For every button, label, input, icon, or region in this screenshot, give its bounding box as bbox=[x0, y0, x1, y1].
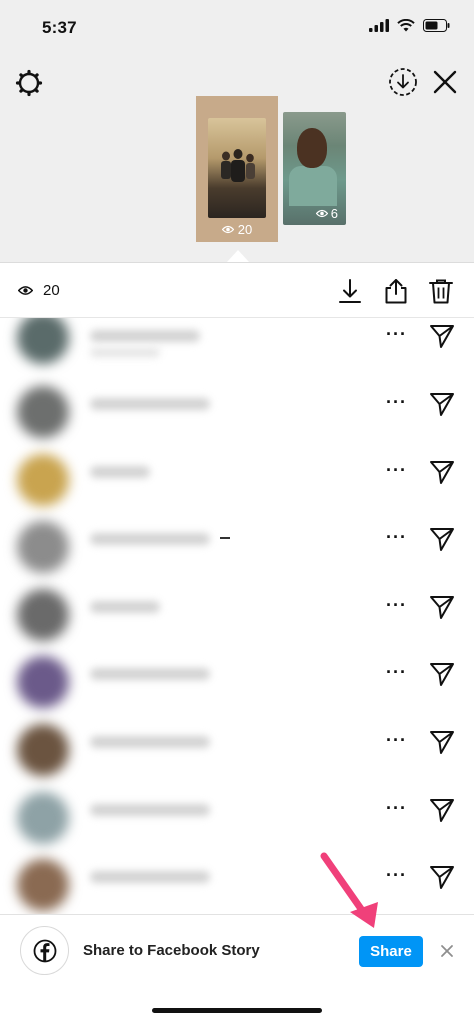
story-shirt-shape bbox=[289, 166, 337, 206]
send-message-icon[interactable] bbox=[428, 390, 456, 418]
more-options-icon[interactable]: ··· bbox=[386, 663, 407, 681]
avatar[interactable] bbox=[17, 724, 69, 776]
viewer-name-redacted bbox=[90, 668, 210, 680]
viewer-count-number: 20 bbox=[43, 282, 60, 299]
more-options-icon[interactable]: ··· bbox=[386, 731, 407, 749]
dismiss-icon[interactable] bbox=[439, 943, 455, 959]
viewer-name-redacted bbox=[90, 533, 210, 545]
more-options-icon[interactable]: ··· bbox=[386, 393, 407, 411]
viewer-toolbar: 20 bbox=[0, 262, 474, 318]
eye-icon bbox=[18, 286, 33, 295]
viewer-row[interactable]: ··· bbox=[0, 386, 474, 454]
status-icons bbox=[369, 19, 450, 32]
home-indicator bbox=[152, 1008, 322, 1013]
story-thumbnail[interactable]: 6 bbox=[283, 112, 346, 225]
settings-gear-icon[interactable] bbox=[14, 68, 44, 98]
share-to-facebook-banner: Share to Facebook Story Share bbox=[0, 914, 474, 986]
viewer-row[interactable]: ··· bbox=[0, 724, 474, 792]
viewer-row[interactable]: ··· bbox=[0, 589, 474, 657]
more-options-icon[interactable]: ··· bbox=[386, 528, 407, 546]
more-options-icon[interactable]: ··· bbox=[386, 866, 407, 884]
send-message-icon[interactable] bbox=[428, 593, 456, 621]
send-message-icon[interactable] bbox=[428, 863, 456, 891]
share-upload-icon[interactable] bbox=[382, 277, 410, 305]
facebook-icon-circle bbox=[20, 926, 69, 975]
viewer-name-redacted bbox=[90, 330, 200, 342]
viewer-name-redacted bbox=[90, 871, 210, 883]
avatar[interactable] bbox=[17, 859, 69, 911]
avatar[interactable] bbox=[17, 454, 69, 506]
story-view-number: 20 bbox=[237, 222, 253, 237]
viewer-count: 20 bbox=[18, 282, 60, 299]
viewer-row[interactable]: ··· bbox=[0, 454, 474, 522]
save-to-camera-icon[interactable] bbox=[387, 66, 419, 98]
download-icon[interactable] bbox=[336, 277, 364, 305]
eye-icon bbox=[221, 225, 234, 234]
viewer-row[interactable]: ··· bbox=[0, 521, 474, 589]
facebook-icon bbox=[33, 939, 56, 962]
trash-icon[interactable] bbox=[427, 277, 455, 305]
wifi-icon bbox=[397, 19, 415, 32]
viewer-name-redacted bbox=[90, 601, 160, 613]
send-message-icon[interactable] bbox=[428, 728, 456, 756]
battery-icon bbox=[423, 19, 450, 32]
viewer-name-redacted bbox=[90, 466, 150, 478]
story-preview-area: 5:37 20 6 bbox=[0, 0, 474, 262]
status-time: 5:37 bbox=[42, 18, 77, 37]
status-bar: 5:37 bbox=[0, 0, 474, 54]
story-view-number: 6 bbox=[330, 206, 338, 221]
more-options-icon[interactable]: ··· bbox=[386, 461, 407, 479]
avatar[interactable] bbox=[17, 656, 69, 708]
send-message-icon[interactable] bbox=[428, 458, 456, 486]
viewer-row[interactable]: ··· bbox=[0, 656, 474, 724]
share-banner-text: Share to Facebook Story bbox=[83, 942, 260, 959]
viewer-subtext-redacted bbox=[90, 348, 160, 357]
viewer-row[interactable]: ··· bbox=[0, 859, 474, 914]
more-options-icon[interactable]: ··· bbox=[386, 325, 407, 343]
viewer-name-redacted bbox=[90, 804, 210, 816]
more-options-icon[interactable]: ··· bbox=[386, 799, 407, 817]
eye-icon bbox=[315, 209, 328, 218]
viewer-row[interactable]: ··· bbox=[0, 792, 474, 860]
close-icon[interactable] bbox=[431, 68, 459, 96]
avatar[interactable] bbox=[17, 792, 69, 844]
avatar[interactable] bbox=[17, 386, 69, 438]
selected-pointer bbox=[227, 250, 249, 262]
share-button[interactable]: Share bbox=[359, 936, 423, 967]
story-view-count: 6 bbox=[283, 206, 346, 221]
story-face-shape bbox=[297, 128, 327, 168]
story-thumbnail-selected[interactable]: 20 bbox=[196, 96, 278, 242]
annotation-arrow-icon bbox=[320, 852, 378, 928]
viewer-list: ··· ··· ··· ··· ··· ··· ··· ··· ··· bbox=[0, 318, 474, 914]
more-options-icon[interactable]: ··· bbox=[386, 596, 407, 614]
send-message-icon[interactable] bbox=[428, 796, 456, 824]
viewer-name-redacted bbox=[90, 398, 210, 410]
avatar[interactable] bbox=[17, 318, 69, 364]
story-view-count: 20 bbox=[196, 222, 278, 237]
story-people-image bbox=[221, 149, 255, 182]
send-message-icon[interactable] bbox=[428, 660, 456, 688]
signal-icon bbox=[369, 19, 389, 32]
viewer-row[interactable]: ··· bbox=[0, 318, 474, 386]
viewer-name-redacted bbox=[90, 736, 210, 748]
send-message-icon[interactable] bbox=[428, 322, 456, 350]
divider-mark bbox=[220, 537, 230, 539]
avatar[interactable] bbox=[17, 589, 69, 641]
send-message-icon[interactable] bbox=[428, 525, 456, 553]
avatar[interactable] bbox=[17, 521, 69, 573]
